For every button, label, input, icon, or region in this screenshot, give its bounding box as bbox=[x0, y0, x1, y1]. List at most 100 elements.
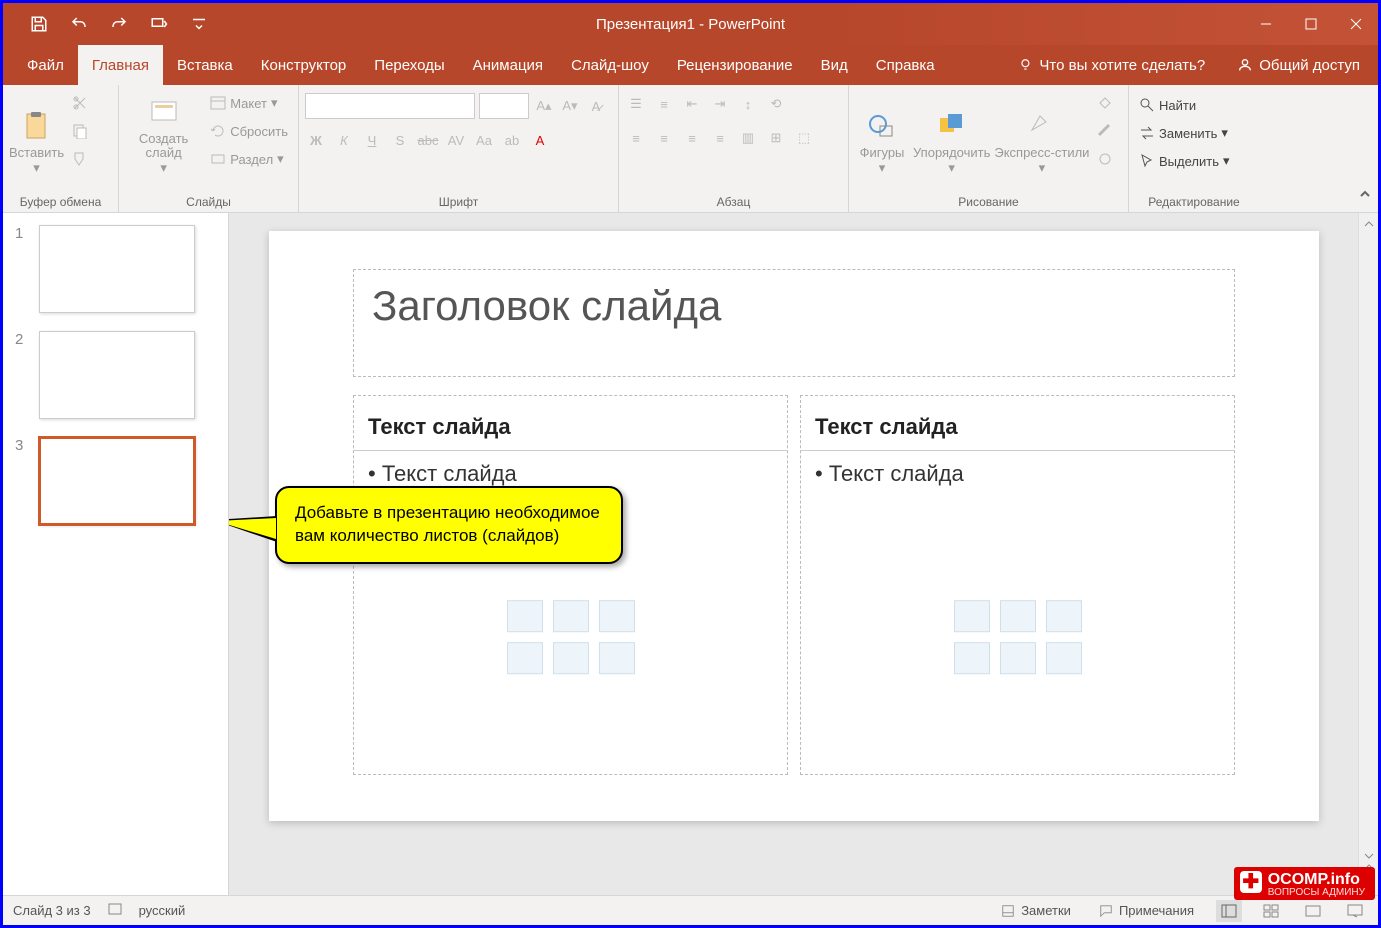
layout-button[interactable]: Макет ▾ bbox=[206, 91, 292, 115]
bullets-button[interactable]: ☰ bbox=[625, 93, 647, 115]
copy-button[interactable] bbox=[68, 119, 92, 143]
thumbnail-item[interactable]: 1 bbox=[15, 225, 216, 313]
numbering-button[interactable]: ≡ bbox=[653, 93, 675, 115]
align-text-button[interactable]: ⊞ bbox=[765, 127, 787, 149]
font-size-combo[interactable] bbox=[479, 93, 529, 119]
italic-button[interactable]: К bbox=[333, 129, 355, 151]
insert-video-icon[interactable] bbox=[1046, 642, 1082, 674]
reset-button[interactable]: Сбросить bbox=[206, 119, 292, 143]
tab-animations[interactable]: Анимация bbox=[459, 45, 557, 85]
paste-button[interactable]: Вставить ▾ bbox=[9, 89, 64, 177]
tell-me-search[interactable]: Что вы хотите сделать? bbox=[1005, 45, 1219, 85]
format-painter-button[interactable] bbox=[68, 147, 92, 171]
section-button[interactable]: Раздел ▾ bbox=[206, 147, 292, 171]
cut-button[interactable] bbox=[68, 91, 92, 115]
font-family-combo[interactable] bbox=[305, 93, 475, 119]
line-spacing-button[interactable]: ↕ bbox=[737, 93, 759, 115]
columns-button[interactable]: ▥ bbox=[737, 127, 759, 149]
reading-view-button[interactable] bbox=[1300, 900, 1326, 922]
strikethrough-button[interactable]: abc bbox=[417, 129, 439, 151]
thumbnail[interactable] bbox=[39, 437, 195, 525]
shape-outline-button[interactable] bbox=[1093, 119, 1117, 143]
spell-check-icon[interactable] bbox=[107, 901, 123, 920]
content-placeholder-right[interactable]: Текст слайда • Текст слайда bbox=[800, 395, 1235, 775]
redo-button[interactable] bbox=[107, 12, 131, 36]
shape-effects-button[interactable] bbox=[1093, 147, 1117, 171]
share-button[interactable]: Общий доступ bbox=[1219, 45, 1378, 85]
normal-view-button[interactable] bbox=[1216, 900, 1242, 922]
select-button[interactable]: Выделить ▾ bbox=[1135, 149, 1234, 173]
insert-smartart-icon[interactable] bbox=[599, 600, 635, 632]
insert-picture-icon[interactable] bbox=[507, 642, 543, 674]
insert-chart-icon[interactable] bbox=[1000, 600, 1036, 632]
qat-customize-button[interactable] bbox=[187, 12, 211, 36]
find-button[interactable]: Найти bbox=[1135, 93, 1234, 117]
content-placeholder-left[interactable]: Текст слайда • Текст слайда bbox=[353, 395, 788, 775]
bold-button[interactable]: Ж bbox=[305, 129, 327, 151]
underline-button[interactable]: Ч bbox=[361, 129, 383, 151]
change-case-button[interactable]: Aa bbox=[473, 129, 495, 151]
vertical-scrollbar[interactable] bbox=[1358, 213, 1378, 895]
insert-table-icon[interactable] bbox=[954, 600, 990, 632]
insert-table-icon[interactable] bbox=[507, 600, 543, 632]
title-placeholder[interactable]: Заголовок слайда bbox=[353, 269, 1235, 377]
quick-styles-button[interactable]: Экспресс-стили▾ bbox=[994, 89, 1089, 177]
shape-fill-button[interactable] bbox=[1093, 91, 1117, 115]
shadow-button[interactable]: S bbox=[389, 129, 411, 151]
align-right-button[interactable]: ≡ bbox=[681, 127, 703, 149]
undo-button[interactable] bbox=[67, 12, 91, 36]
new-slide-button[interactable]: Создать слайд ▾ bbox=[125, 89, 202, 177]
align-left-button[interactable]: ≡ bbox=[625, 127, 647, 149]
maximize-button[interactable] bbox=[1288, 3, 1333, 45]
increase-font-button[interactable]: A▴ bbox=[533, 95, 555, 117]
sorter-view-button[interactable] bbox=[1258, 900, 1284, 922]
scroll-up-icon[interactable] bbox=[1362, 217, 1376, 231]
align-center-button[interactable]: ≡ bbox=[653, 127, 675, 149]
justify-button[interactable]: ≡ bbox=[709, 127, 731, 149]
insert-video-icon[interactable] bbox=[599, 642, 635, 674]
tab-review[interactable]: Рецензирование bbox=[663, 45, 807, 85]
tab-design[interactable]: Конструктор bbox=[247, 45, 361, 85]
char-spacing-button[interactable]: AV bbox=[445, 129, 467, 151]
replace-button[interactable]: Заменить ▾ bbox=[1135, 121, 1234, 145]
shapes-button[interactable]: Фигуры▾ bbox=[855, 89, 909, 177]
tab-help[interactable]: Справка bbox=[862, 45, 949, 85]
save-button[interactable] bbox=[27, 12, 51, 36]
language-indicator[interactable]: русский bbox=[139, 903, 186, 918]
thumbnail-item[interactable]: 3 bbox=[15, 437, 216, 525]
text-direction-button[interactable]: ⟲ bbox=[765, 93, 787, 115]
insert-chart-icon[interactable] bbox=[553, 600, 589, 632]
start-from-beginning-button[interactable] bbox=[147, 12, 171, 36]
insert-online-picture-icon[interactable] bbox=[553, 642, 589, 674]
arrange-button[interactable]: Упорядочить▾ bbox=[913, 89, 990, 177]
tab-insert[interactable]: Вставка bbox=[163, 45, 247, 85]
tab-slideshow[interactable]: Слайд-шоу bbox=[557, 45, 663, 85]
comments-button[interactable]: Примечания bbox=[1093, 903, 1200, 918]
smartart-button[interactable]: ⬚ bbox=[793, 127, 815, 149]
thumbnail[interactable] bbox=[39, 225, 195, 313]
clear-format-button[interactable]: A̷ bbox=[585, 95, 607, 117]
insert-smartart-icon[interactable] bbox=[1046, 600, 1082, 632]
thumbnail-item[interactable]: 2 bbox=[15, 331, 216, 419]
collapse-ribbon-button[interactable] bbox=[1358, 187, 1372, 206]
decrease-indent-button[interactable]: ⇤ bbox=[681, 93, 703, 115]
slide-thumbnails-panel[interactable]: 1 2 3 bbox=[3, 213, 229, 895]
insert-picture-icon[interactable] bbox=[954, 642, 990, 674]
insert-online-picture-icon[interactable] bbox=[1000, 642, 1036, 674]
decrease-font-button[interactable]: A▾ bbox=[559, 95, 581, 117]
tab-home[interactable]: Главная bbox=[78, 45, 163, 85]
tab-view[interactable]: Вид bbox=[807, 45, 862, 85]
increase-indent-button[interactable]: ⇥ bbox=[709, 93, 731, 115]
font-color-button[interactable]: A bbox=[529, 129, 551, 151]
slide-indicator[interactable]: Слайд 3 из 3 bbox=[13, 903, 91, 918]
slideshow-view-button[interactable] bbox=[1342, 900, 1368, 922]
scroll-down-icon[interactable] bbox=[1362, 849, 1376, 863]
minimize-button[interactable] bbox=[1243, 3, 1288, 45]
tab-file[interactable]: Файл bbox=[13, 45, 78, 85]
notes-button[interactable]: Заметки bbox=[995, 903, 1077, 918]
highlight-button[interactable]: ab bbox=[501, 129, 523, 151]
thumbnail[interactable] bbox=[39, 331, 195, 419]
tab-transitions[interactable]: Переходы bbox=[360, 45, 458, 85]
tutorial-callout: Добавьте в презентацию необходимое вам к… bbox=[275, 486, 623, 564]
close-button[interactable] bbox=[1333, 3, 1378, 45]
